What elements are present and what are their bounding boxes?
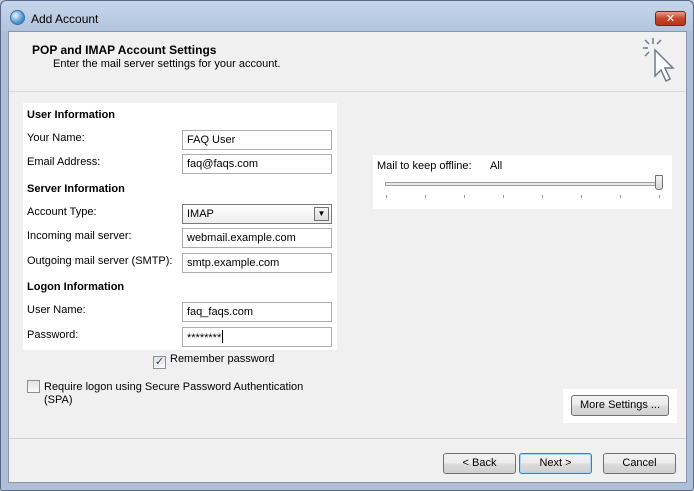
mail-offline-label: Mail to keep offline: — [377, 160, 472, 172]
server-info-heading: Server Information — [27, 183, 125, 195]
title-bar: Add Account ✕ — [1, 1, 693, 31]
your-name-label: Your Name: — [27, 132, 85, 144]
user-name-label: User Name: — [27, 304, 86, 316]
account-type-value: IMAP — [187, 208, 214, 220]
add-account-window: Add Account ✕ POP and IMAP Account Setti… — [0, 0, 694, 491]
header-subtitle: Enter the mail server settings for your … — [53, 58, 281, 70]
spa-checkbox-box[interactable] — [27, 380, 40, 393]
user-name-field[interactable]: faq_faqs.com — [182, 302, 332, 322]
outlook-app-icon — [10, 10, 25, 25]
more-settings-button[interactable]: More Settings ... — [571, 395, 669, 416]
mail-offline-value: All — [490, 160, 503, 172]
your-name-field[interactable]: FAQ User — [182, 130, 332, 150]
dialog-header: POP and IMAP Account Settings Enter the … — [9, 32, 686, 92]
remember-password-label: Remember password — [170, 353, 275, 365]
remember-password-checkbox[interactable]: ✓ Remember password — [153, 353, 275, 369]
user-info-heading: User Information — [27, 109, 116, 121]
incoming-server-field[interactable]: webmail.example.com — [182, 228, 332, 248]
dialog-body: POP and IMAP Account Settings Enter the … — [8, 31, 687, 483]
more-settings-area: More Settings ... — [563, 389, 677, 423]
close-button[interactable]: ✕ — [655, 11, 686, 26]
password-value: ******** — [187, 332, 222, 344]
offline-panel: Mail to keep offline: All — [373, 155, 672, 209]
offline-slider-thumb[interactable] — [655, 175, 663, 190]
text-caret — [222, 330, 224, 343]
slider-tick — [503, 195, 504, 198]
password-label: Password: — [27, 329, 79, 341]
email-label: Email Address: — [27, 156, 101, 168]
spa-label-line1: Require logon using Secure Password Auth… — [44, 381, 304, 393]
incoming-server-label: Incoming mail server: — [27, 230, 132, 242]
footer-divider — [9, 438, 686, 439]
cancel-button[interactable]: Cancel — [603, 453, 676, 474]
outgoing-server-label: Outgoing mail server (SMTP): — [27, 255, 173, 267]
settings-panel: User Information Your Name: FAQ User Ema… — [23, 103, 337, 350]
offline-slider-track[interactable] — [385, 182, 661, 186]
slider-tick — [659, 195, 660, 198]
slider-tick — [542, 195, 543, 198]
checkmark-icon[interactable]: ✓ — [153, 356, 166, 369]
cursor-click-icon — [643, 38, 675, 83]
slider-tick — [581, 195, 582, 198]
account-type-label: Account Type: — [27, 206, 97, 218]
window-title: Add Account — [31, 12, 99, 26]
back-button[interactable]: < Back — [443, 453, 516, 474]
slider-tick — [386, 195, 387, 198]
spa-label-line2: (SPA) — [44, 394, 73, 406]
slider-tick — [425, 195, 426, 198]
spa-checkbox[interactable]: Require logon using Secure Password Auth… — [27, 380, 303, 393]
logon-info-heading: Logon Information — [27, 281, 125, 293]
dropdown-arrow-icon[interactable]: ▼ — [314, 207, 329, 221]
next-button[interactable]: Next > — [519, 453, 592, 474]
header-title: POP and IMAP Account Settings — [32, 43, 217, 57]
outgoing-server-field[interactable]: smtp.example.com — [182, 253, 332, 273]
account-type-select[interactable]: IMAP ▼ — [182, 204, 332, 224]
slider-tick — [620, 195, 621, 198]
email-field[interactable]: faq@faqs.com — [182, 154, 332, 174]
password-field[interactable]: ******** — [182, 327, 332, 347]
slider-tick — [464, 195, 465, 198]
